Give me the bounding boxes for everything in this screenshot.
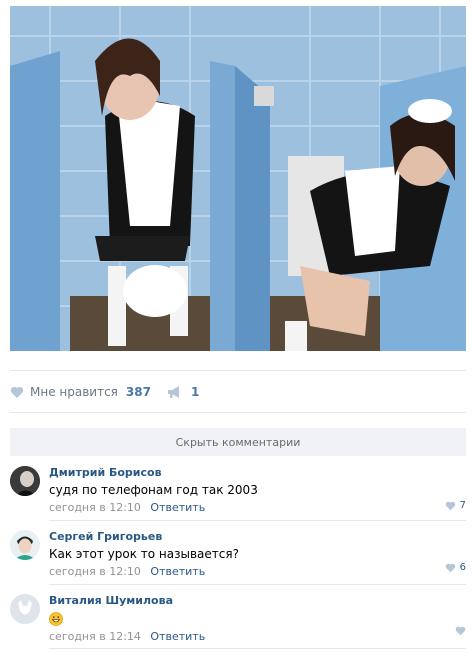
comment: Виталия Шумилова сегодня в 12:14 Ответит… bbox=[10, 594, 466, 643]
comment-meta: сегодня в 12:10 Ответить bbox=[49, 501, 466, 514]
avatar[interactable] bbox=[10, 530, 40, 560]
share-button[interactable]: 1 bbox=[167, 385, 199, 399]
comment-divider bbox=[49, 520, 466, 521]
comment-like-button[interactable] bbox=[455, 626, 466, 636]
comment-like-count: 6 bbox=[459, 562, 466, 573]
reply-link[interactable]: Ответить bbox=[150, 501, 205, 514]
comment: Сергей Григорьев Как этот урок то называ… bbox=[10, 530, 466, 578]
comment: Дмитрий Борисов судя по телефонам год та… bbox=[10, 466, 466, 514]
comment-like-button[interactable]: 7 bbox=[445, 500, 466, 511]
comment-author[interactable]: Дмитрий Борисов bbox=[49, 466, 466, 479]
like-count: 387 bbox=[125, 385, 151, 399]
comment-body: Сергей Григорьев Как этот урок то называ… bbox=[49, 530, 466, 578]
photo-illustration bbox=[10, 6, 466, 351]
comment-text bbox=[49, 611, 466, 626]
comment-text: судя по телефонам год так 2003 bbox=[49, 483, 258, 497]
reply-link[interactable]: Ответить bbox=[150, 630, 205, 643]
comment-time[interactable]: сегодня в 12:10 bbox=[49, 501, 141, 514]
comment-author[interactable]: Сергей Григорьев bbox=[49, 530, 466, 543]
comment-body: Виталия Шумилова сегодня в 12:14 Ответит… bbox=[49, 594, 466, 643]
comment-like-count: 7 bbox=[459, 500, 466, 511]
avatar[interactable] bbox=[10, 594, 40, 624]
comment-meta: сегодня в 12:10 Ответить bbox=[49, 565, 466, 578]
post-actions: Мне нравится 387 1 bbox=[10, 380, 215, 404]
like-button[interactable]: Мне нравится 387 bbox=[10, 385, 151, 399]
comment-author[interactable]: Виталия Шумилова bbox=[49, 594, 466, 607]
photo-divider bbox=[10, 370, 466, 371]
comment-time[interactable]: сегодня в 12:14 bbox=[49, 630, 141, 643]
heart-icon bbox=[455, 626, 466, 636]
comment-text: Как этот урок то называется? bbox=[49, 547, 239, 561]
avatar-image bbox=[10, 530, 40, 560]
comment-divider bbox=[49, 648, 466, 649]
default-avatar-icon bbox=[10, 594, 40, 624]
heart-icon bbox=[445, 563, 455, 572]
comment-time[interactable]: сегодня в 12:10 bbox=[49, 565, 141, 578]
share-count: 1 bbox=[190, 385, 200, 399]
avatar-image bbox=[10, 466, 40, 496]
megaphone-icon bbox=[167, 386, 179, 398]
grinning-face-emoji-icon bbox=[49, 611, 63, 626]
actions-divider bbox=[10, 412, 466, 413]
heart-icon bbox=[10, 386, 24, 398]
heart-icon bbox=[445, 501, 455, 510]
hide-comments-button[interactable]: Скрыть комментарии bbox=[10, 428, 466, 456]
comment-meta: сегодня в 12:14 Ответить bbox=[49, 630, 466, 643]
comment-divider bbox=[49, 584, 466, 585]
reply-link[interactable]: Ответить bbox=[150, 565, 205, 578]
like-label: Мне нравится bbox=[30, 385, 118, 399]
comment-body: Дмитрий Борисов судя по телефонам год та… bbox=[49, 466, 466, 514]
comment-like-button[interactable]: 6 bbox=[445, 562, 466, 573]
avatar[interactable] bbox=[10, 466, 40, 496]
post-photo[interactable] bbox=[10, 6, 466, 351]
